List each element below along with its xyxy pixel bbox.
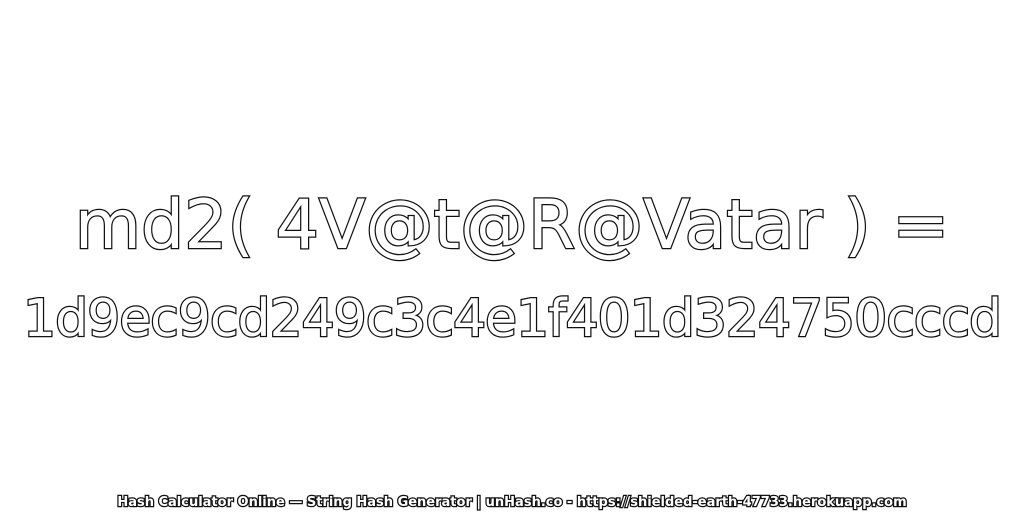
hash-result-canvas: md2( 4V@t@R@Vatar ) = 1d9ec9cd249c3c4e1f…: [0, 0, 1024, 512]
footer-credit: Hash Calculator Online — String Hash Gen…: [116, 494, 908, 512]
hash-expression: md2( 4V@t@R@Vatar ) =: [74, 185, 951, 267]
hash-value: 1d9ec9cd249c3c4e1f401d324750cccd: [22, 288, 1003, 351]
